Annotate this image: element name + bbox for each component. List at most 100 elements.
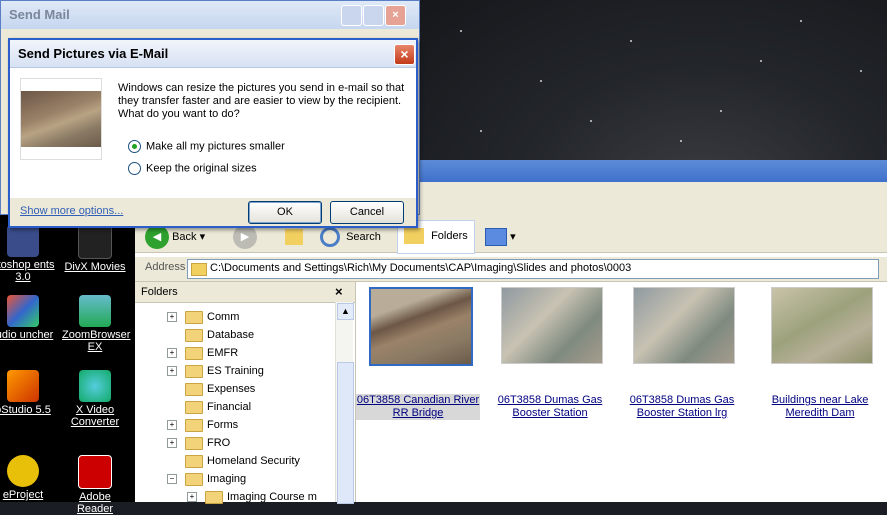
desktop-icon-studio-launcher[interactable]: tudio uncher	[0, 295, 56, 341]
desktop-icon-eproject[interactable]: eProject	[0, 455, 56, 501]
expand-toggle-icon[interactable]: −	[167, 474, 177, 484]
address-bar: Address C:\Documents and Settings\Rich\M…	[135, 257, 887, 282]
ok-button[interactable]: OK	[248, 201, 322, 224]
scrollbar-thumb[interactable]	[337, 362, 354, 504]
file-name-label[interactable]: 06T3858 Canadian River RR Bridge	[356, 394, 480, 420]
send-pictures-dialog: Send Pictures via E-Mail × Windows can r…	[8, 38, 418, 228]
folders-pane-header: Folders ×	[135, 282, 355, 303]
radio-selected-icon	[128, 140, 141, 153]
folder-icon	[185, 382, 203, 396]
folder-label: ES Training	[207, 365, 264, 377]
eproject-icon	[7, 455, 39, 487]
photo-preview	[771, 287, 873, 364]
folder-tree-item[interactable]: + Forms	[167, 416, 238, 434]
file-name-label[interactable]: 06T3858 Dumas Gas Booster Station lrg	[620, 394, 744, 420]
folder-label: Database	[207, 329, 255, 341]
picture-preview	[20, 78, 102, 160]
folder-tree-item[interactable]: + EMFR	[167, 344, 239, 362]
folder-label: Financial	[207, 401, 252, 413]
desktop-icon-label: DivX Movies	[64, 261, 126, 273]
radio-label: Keep the original sizes	[146, 162, 257, 175]
desktop-icon-label: oStudio 5.5	[0, 404, 51, 416]
folders-scrollbar[interactable]: ▲	[335, 302, 354, 504]
folder-label: FRO	[207, 437, 231, 449]
dialog-title-bar[interactable]: Send Pictures via E-Mail ×	[10, 40, 416, 68]
dialog-footer: Show more options... OK Cancel	[10, 198, 416, 226]
file-thumbnail[interactable]	[496, 282, 606, 392]
folder-tree-item[interactable]: Expenses	[185, 380, 255, 398]
folder-tree-item[interactable]: + ES Training	[167, 362, 264, 380]
folder-tree-item[interactable]: Financial	[185, 398, 251, 416]
desktop-icon-label: tudio uncher	[0, 329, 54, 341]
file-view: 06T3858 Canadian River RR Bridge 06T3858 …	[356, 282, 887, 502]
desktop-icon-zoombrowser[interactable]: ZoomBrowser EX	[62, 295, 130, 353]
folder-icon	[185, 310, 203, 324]
expand-toggle-icon[interactable]: +	[187, 492, 197, 502]
desktop: otoshop ents 3.0 DivX Movies tudio unche…	[0, 185, 135, 515]
folders-pane: Folders × + Comm Database + EMFR + ES Training…	[135, 282, 356, 504]
divx-icon	[78, 225, 112, 259]
address-label: Address	[145, 261, 186, 273]
folder-label: Comm	[207, 311, 240, 323]
folder-tree-item[interactable]: Homeland Security	[185, 452, 300, 470]
folder-label: Imaging Course m	[227, 491, 317, 503]
maximize-icon[interactable]	[363, 5, 384, 26]
close-icon[interactable]: ×	[385, 5, 406, 26]
desktop-icon-adobe-reader[interactable]: Adobe Reader	[62, 455, 128, 515]
search-icon	[320, 227, 340, 248]
close-icon[interactable]: ×	[335, 284, 343, 299]
folder-tree-item[interactable]: + Comm	[167, 308, 240, 326]
dialog-body: Windows can resize the pictures you send…	[10, 68, 416, 198]
desktop-icon-photoshop[interactable]: otoshop ents 3.0	[0, 225, 56, 283]
forward-arrow-icon: ▶	[233, 225, 257, 250]
radio-make-smaller[interactable]: Make all my pictures smaller	[128, 140, 285, 153]
zoombrowser-icon	[79, 295, 111, 327]
scroll-up-icon[interactable]: ▲	[337, 303, 354, 320]
file-thumbnail[interactable]	[628, 282, 738, 392]
show-more-options-link[interactable]: Show more options...	[20, 205, 123, 217]
expand-toggle-icon[interactable]: +	[167, 420, 177, 430]
photo-preview	[633, 287, 735, 364]
expand-toggle-icon[interactable]: +	[167, 366, 177, 376]
folder-icon	[185, 454, 203, 468]
photo-preview	[369, 287, 473, 366]
folder-icon	[185, 346, 203, 360]
cancel-button[interactable]: Cancel	[330, 201, 404, 224]
file-name-label[interactable]: Buildings near Lake Meredith Dam	[758, 394, 882, 420]
radio-keep-original[interactable]: Keep the original sizes	[128, 162, 257, 175]
expand-toggle-icon[interactable]: +	[167, 438, 177, 448]
studio-launcher-icon	[7, 295, 39, 327]
file-name-label[interactable]: 06T3858 Dumas Gas Booster Station	[488, 394, 612, 420]
desktop-icon-xvideo-converter[interactable]: X Video Converter	[62, 370, 128, 428]
folders-pane-title: Folders	[141, 286, 178, 298]
file-thumbnail[interactable]	[364, 282, 474, 392]
minimize-icon[interactable]	[341, 5, 362, 26]
back-arrow-icon: ◀	[145, 225, 169, 250]
videostudio-icon	[7, 370, 39, 402]
search-label: Search	[346, 231, 381, 243]
chevron-down-icon: ▾	[199, 231, 206, 243]
views-button[interactable]: ▾	[485, 222, 516, 252]
expand-toggle-icon[interactable]: +	[167, 312, 177, 322]
close-icon[interactable]: ×	[394, 44, 415, 65]
views-icon	[485, 228, 507, 247]
folder-tree-item[interactable]: + FRO	[167, 434, 231, 452]
folder-icon	[185, 400, 203, 414]
file-thumbnail[interactable]	[766, 282, 876, 392]
send-mail-title-bar[interactable]: Send Mail ×	[1, 1, 419, 29]
folder-label: EMFR	[207, 347, 239, 359]
desktop-icon-divx[interactable]: DivX Movies	[62, 225, 128, 273]
chevron-down-icon: ▾	[510, 231, 516, 243]
folder-tree-item[interactable]: Database	[185, 326, 254, 344]
folder-tree-item[interactable]: − Imaging	[167, 470, 246, 488]
radio-label: Make all my pictures smaller	[146, 140, 285, 153]
adobe-reader-icon	[78, 455, 112, 489]
expand-toggle-icon[interactable]: +	[167, 348, 177, 358]
dialog-message: Windows can resize the pictures you send…	[118, 82, 405, 120]
desktop-icon-videostudio[interactable]: oStudio 5.5	[0, 370, 56, 416]
address-field[interactable]: C:\Documents and Settings\Rich\My Docume…	[187, 259, 879, 279]
send-mail-title: Send Mail	[9, 7, 70, 22]
folder-tree-item[interactable]: + Imaging Course m	[187, 488, 317, 506]
radio-unselected-icon	[128, 162, 141, 175]
folder-icon	[185, 418, 203, 432]
